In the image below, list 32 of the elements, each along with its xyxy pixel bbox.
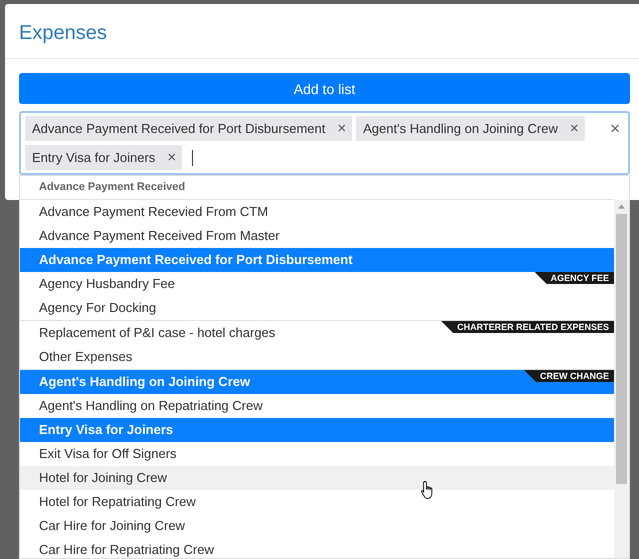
dropdown-option[interactable]: Hotel for Joining Crew [20, 466, 614, 490]
dropdown-option[interactable]: Agency For Docking [20, 296, 614, 320]
clear-all-button[interactable]: × [602, 116, 624, 170]
dropdown-option[interactable]: Exit Visa for Off Signers [20, 442, 614, 466]
dropdown-option[interactable]: Hotel for Repatriating Crew [20, 490, 614, 514]
dropdown-option[interactable]: Car Hire for Joining Crew [20, 514, 614, 538]
dropdown-option[interactable]: Agent's Handling on Joining Crew CREW CHANGE [20, 370, 614, 394]
group-tag: CHARTERER RELATED EXPENSES [441, 321, 614, 333]
dropdown-option[interactable]: Agency Husbandry Fee AGENCY FEE [20, 272, 614, 296]
text-cursor [192, 150, 194, 166]
modal-title: Expenses [5, 4, 639, 59]
group-tag: AGENCY FEE [534, 272, 614, 284]
remove-chip-button[interactable]: × [570, 120, 579, 137]
dropdown-option[interactable]: Entry Visa for Joiners [20, 418, 614, 442]
add-to-list-button[interactable]: Add to list [19, 73, 630, 104]
dropdown-option[interactable]: Agent's Handling on Repatriating Crew [20, 394, 614, 418]
chip-label: Agent's Handling on Joining Crew [363, 121, 558, 136]
remove-chip-button[interactable]: × [337, 120, 346, 137]
group-tag: CREW CHANGE [524, 370, 614, 382]
scroll-up-icon[interactable] [618, 204, 625, 209]
remove-chip-button[interactable]: × [167, 149, 176, 166]
scrollbar[interactable] [614, 200, 629, 558]
dropdown-option[interactable]: Advance Payment Received From Master [20, 224, 614, 248]
multi-select-field[interactable]: Advance Payment Received for Port Disbursement × Agent's Handling on Joining Crew × Entry Visa for Joiners × × [19, 111, 630, 175]
dropdown-option[interactable]: Car Hire for Repatriating Crew [20, 538, 614, 559]
group-header: Advance Payment Received [20, 176, 614, 200]
chip-label: Entry Visa for Joiners [32, 150, 156, 165]
dropdown-option[interactable]: Advance Payment Recevied From CTM [20, 200, 614, 224]
dropdown-option[interactable]: Other Expenses [20, 345, 614, 369]
dropdown-option[interactable]: Advance Payment Received for Port Disbursement [20, 248, 614, 272]
dropdown-option[interactable]: Replacement of P&I case - hotel charges CHARTERER RELATED EXPENSES [20, 321, 614, 345]
chip-label: Advance Payment Received for Port Disbursement [32, 121, 326, 136]
